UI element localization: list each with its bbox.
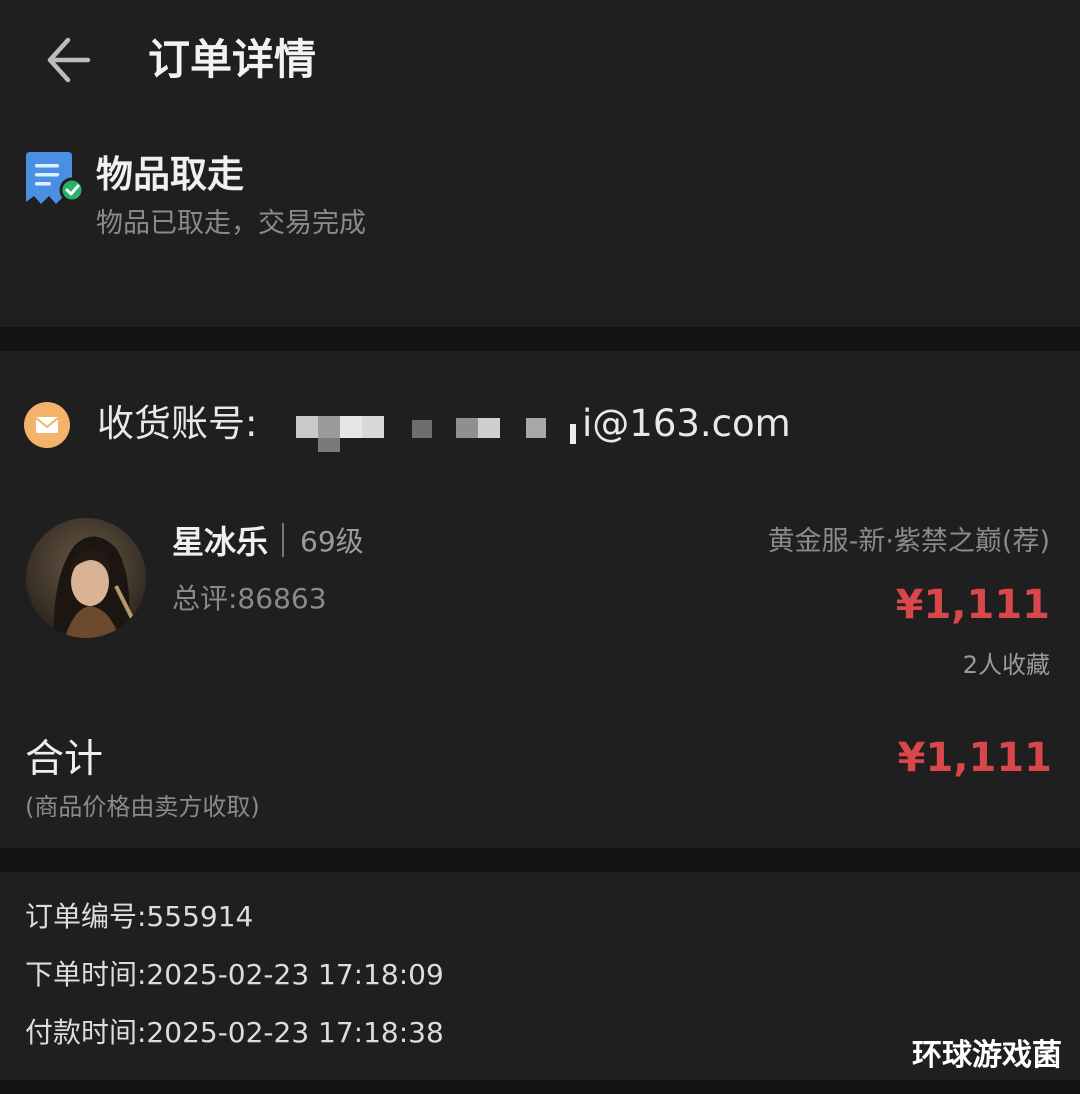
server-name: 黄金服-新·紫禁之巅(荐) xyxy=(767,526,1050,557)
account-masked-text xyxy=(296,412,576,454)
status-title: 物品取走 xyxy=(96,153,244,196)
account-visible-suffix: i@163.com xyxy=(582,402,791,445)
receipt-check-icon xyxy=(22,150,86,214)
favorites-count: 2人收藏 xyxy=(962,651,1050,679)
seller-avatar[interactable] xyxy=(24,516,148,640)
seller-level: 69级 xyxy=(300,525,364,558)
total-note: (商品价格由卖方收取) xyxy=(25,793,260,821)
watermark: 环球游戏菌 xyxy=(912,1038,1062,1073)
seller-rating: 总评:86863 xyxy=(172,582,327,615)
order-number: 订单编号:555914 xyxy=(25,900,254,933)
seller-name: 星冰乐 xyxy=(172,523,269,561)
status-description: 物品已取走，交易完成 xyxy=(96,208,366,239)
payment-time: 付款时间:2025-02-23 17:18:38 xyxy=(25,1016,444,1049)
account-label: 收货账号: xyxy=(97,402,258,445)
arrow-left-icon xyxy=(47,37,91,83)
back-button[interactable] xyxy=(38,30,98,90)
page-title: 订单详情 xyxy=(148,35,317,84)
mail-icon xyxy=(24,402,70,448)
order-time: 下单时间:2025-02-23 17:18:09 xyxy=(25,958,444,991)
total-price: ¥1,111 xyxy=(897,735,1052,781)
divider xyxy=(282,523,284,557)
total-label: 合计 xyxy=(25,737,104,782)
item-price: ¥1,111 xyxy=(895,582,1050,628)
